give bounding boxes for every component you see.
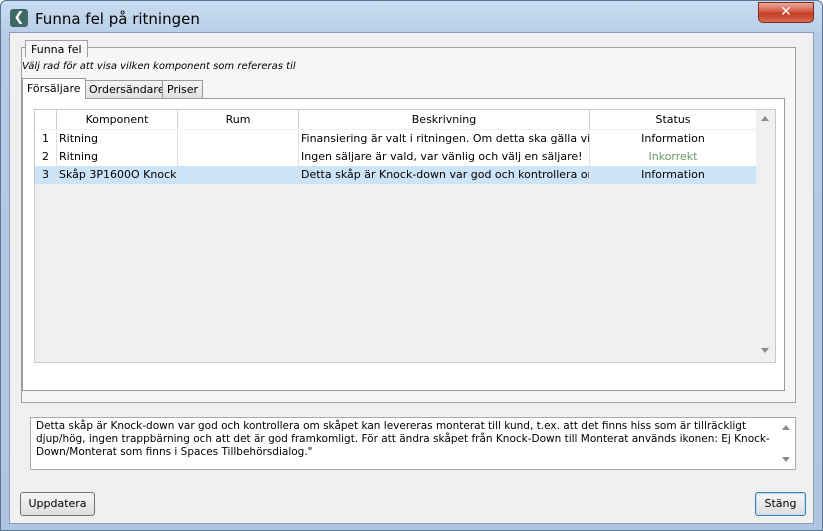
row-number: 2 (35, 148, 57, 166)
cell-component: Skåp 3P1600O Knock dov (57, 166, 178, 184)
table-scrollbar[interactable] (756, 110, 775, 362)
cell-status: Inkorrekt (648, 150, 698, 163)
scroll-up-icon[interactable] (761, 116, 769, 121)
refresh-button[interactable]: Uppdatera (20, 492, 95, 516)
col-header-komponent[interactable]: Komponent (57, 110, 178, 129)
detail-description-box[interactable]: Detta skåp är Knock-down var god och kon… (30, 417, 796, 470)
cell-room (178, 148, 299, 166)
scroll-up-icon[interactable] (782, 425, 790, 430)
row-number: 1 (35, 130, 57, 148)
cell-status: Information (641, 132, 705, 145)
cell-room (178, 166, 299, 184)
detail-description-text: Detta skåp är Knock-down var god och kon… (36, 420, 770, 458)
group-legend: Funna fel (25, 40, 88, 57)
tab-priser[interactable]: Priser (162, 80, 204, 98)
scroll-down-icon[interactable] (782, 457, 790, 462)
col-header-status[interactable]: Status (590, 110, 756, 129)
table-header: Komponent Rum Beskrivning Status (35, 110, 756, 129)
cell-room (178, 130, 299, 148)
col-header-beskrivning[interactable]: Beskrivning (299, 110, 590, 129)
found-errors-group: Funna fel Välj rad för att visa vilken k… (21, 40, 796, 403)
table-row[interactable]: 1 Ritning Finansiering är valt i ritning… (35, 130, 756, 148)
close-window-button[interactable]: ✕ (758, 2, 814, 23)
cell-status: Information (641, 168, 705, 181)
cell-component: Ritning (57, 130, 178, 148)
table-row-selected[interactable]: 3 Skåp 3P1600O Knock dov Detta skåp är K… (35, 166, 756, 184)
tab-forsaljare[interactable]: Försäljare (22, 78, 86, 99)
dialog-window: ❮ Funna fel på ritningen ✕ Funna fel Väl… (0, 0, 823, 531)
tab-ordersandare[interactable]: Ordersändare (84, 80, 170, 98)
close-button[interactable]: Stäng (755, 492, 806, 516)
cell-description: Finansiering är valt i ritningen. Om det… (299, 130, 590, 148)
hint-text: Välj rad för att visa vilken komponent s… (22, 61, 296, 72)
errors-table: Komponent Rum Beskrivning Status 1 Ritni… (34, 109, 776, 363)
row-number: 3 (35, 166, 57, 184)
table-row[interactable]: 2 Ritning Ingen säljare är vald, var vän… (35, 148, 756, 166)
detail-scrollbar[interactable] (778, 418, 795, 469)
dialog-body: Funna fel Välj rad för att visa vilken k… (9, 32, 814, 524)
col-header-index[interactable] (35, 110, 57, 129)
tab-panel: Komponent Rum Beskrivning Status 1 Ritni… (22, 98, 785, 391)
col-header-rum[interactable]: Rum (178, 110, 299, 129)
scroll-down-icon[interactable] (761, 348, 769, 353)
cell-description: Ingen säljare är vald, var vänlig och vä… (299, 148, 590, 166)
window-title: Funna fel på ritningen (35, 10, 200, 28)
cell-description: Detta skåp är Knock-down var god och kon… (299, 166, 590, 184)
app-back-icon: ❮ (10, 9, 28, 27)
cell-component: Ritning (57, 148, 178, 166)
